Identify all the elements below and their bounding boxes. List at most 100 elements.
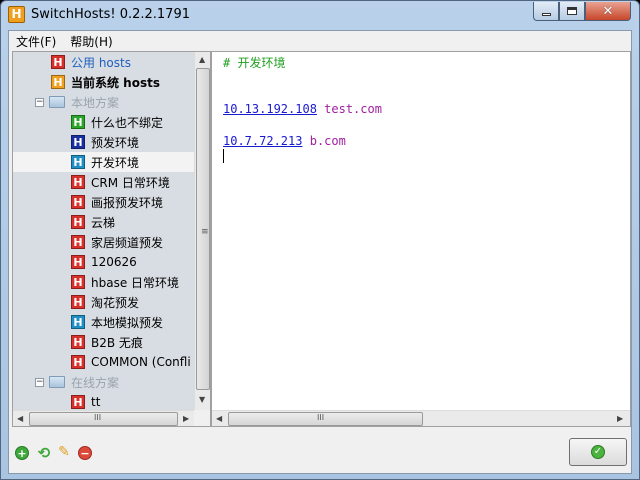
delete-icon[interactable]: − — [78, 446, 92, 460]
apply-button[interactable]: ✓ — [569, 438, 627, 466]
hosts-file-icon: H — [71, 355, 85, 369]
hosts-editor-panel: # 开发环境 10.13.192.108 test.com 10.7.72.21… — [211, 51, 631, 427]
hosts-file-icon: H — [71, 275, 85, 289]
menu-file[interactable]: 文件(F) — [9, 31, 63, 50]
tree-item[interactable]: H 云梯 — [13, 212, 194, 232]
tree-group-local[interactable]: − 本地方案 — [13, 92, 194, 112]
tree-item-selected[interactable]: H 开发环境 — [13, 152, 194, 172]
hostname: b.com — [309, 134, 346, 148]
scroll-right-icon[interactable]: ▶ — [617, 414, 623, 423]
window-title: SwitchHosts! 0.2.2.1791 — [31, 7, 190, 22]
tree-item-label: CRM 日常环境 — [91, 175, 170, 190]
editor-horizontal-scrollbar[interactable]: ◀ III ▶ — [212, 410, 630, 426]
editor-gutter — [212, 52, 220, 410]
tree-item-current-system-hosts[interactable]: H 当前系统 hosts — [13, 72, 194, 92]
ip-address[interactable]: 10.7.72.213 — [223, 134, 302, 148]
hosts-file-icon: H — [71, 115, 85, 129]
tree-hscroll-thumb[interactable]: III — [29, 412, 178, 426]
scroll-right-icon[interactable]: ▶ — [183, 414, 189, 423]
tree-group-label: 在线方案 — [71, 375, 120, 390]
editor-host-line: 10.7.72.213 b.com — [223, 134, 346, 148]
tree-item[interactable]: H COMMON (Confli — [13, 352, 194, 372]
tree-item[interactable]: H 什么也不绑定 — [13, 112, 194, 132]
edit-icon[interactable]: ✎ — [57, 445, 71, 460]
tree-item[interactable]: H 预发环境 — [13, 132, 194, 152]
title-bar[interactable]: H SwitchHosts! 0.2.2.1791 ✕ — [1, 1, 639, 29]
tree-item-label: 120626 — [91, 255, 137, 269]
grip-icon: ≡ — [201, 227, 209, 237]
menu-bar: 文件(F) 帮助(H) — [9, 31, 631, 50]
tree-item[interactable]: H B2B 无痕 — [13, 332, 194, 352]
editor-hscroll-thumb[interactable]: III — [228, 412, 423, 426]
hosts-file-icon: H — [71, 215, 85, 229]
maximize-button[interactable] — [559, 2, 585, 21]
tree-group-online[interactable]: − 在线方案 — [13, 372, 194, 392]
tree-item-label: tt — [91, 395, 101, 409]
editor-host-line: 10.13.192.108 test.com — [223, 102, 382, 116]
tree-item[interactable]: H CRM 日常环境 — [13, 172, 194, 192]
grip-icon: III — [94, 413, 102, 422]
app-icon: H — [8, 6, 25, 23]
close-icon: ✕ — [602, 3, 614, 19]
text-caret — [223, 149, 224, 163]
add-icon[interactable]: + — [15, 446, 29, 460]
tree-item[interactable]: H 本地模拟预发 — [13, 312, 194, 332]
tree-item[interactable]: H 120626 — [13, 252, 194, 272]
grip-icon: III — [317, 413, 325, 422]
client-area: 文件(F) 帮助(H) H 公用 hosts H 当前系统 hosts − 本地… — [8, 30, 632, 474]
hosts-tree[interactable]: H 公用 hosts H 当前系统 hosts − 本地方案 H 什么也不绑定 — [13, 52, 194, 410]
tree-scroll-thumb[interactable]: ≡ — [196, 68, 210, 390]
hosts-editor[interactable]: # 开发环境 10.13.192.108 test.com 10.7.72.21… — [212, 52, 630, 410]
hosts-list-panel: H 公用 hosts H 当前系统 hosts − 本地方案 H 什么也不绑定 — [12, 51, 211, 427]
tree-vertical-scrollbar[interactable]: ▲ ≡ ▼ — [194, 52, 210, 410]
collapse-icon[interactable]: − — [35, 97, 44, 107]
minimize-icon — [541, 12, 551, 16]
hosts-file-icon: H — [71, 335, 85, 349]
close-button[interactable]: ✕ — [585, 2, 631, 21]
hosts-file-icon: H — [51, 55, 65, 69]
collapse-icon[interactable]: − — [35, 377, 44, 387]
folder-icon — [49, 96, 65, 108]
tree-item-label: 开发环境 — [91, 155, 140, 170]
refresh-icon[interactable]: ⟲ — [36, 446, 52, 461]
hosts-file-icon: H — [71, 135, 85, 149]
tree-item-label: 当前系统 hosts — [71, 75, 160, 90]
hosts-file-icon: H — [51, 75, 65, 89]
tree-item-label: 云梯 — [91, 215, 116, 230]
scroll-left-icon[interactable]: ◀ — [216, 414, 222, 423]
tree-horizontal-scrollbar[interactable]: ◀ III ▶ — [13, 410, 194, 426]
hosts-file-icon: H — [71, 395, 85, 409]
hosts-file-icon: H — [71, 295, 85, 309]
tree-item[interactable]: H 淘花预发 — [13, 292, 194, 312]
tree-item-label: COMMON (Confli — [91, 355, 191, 369]
maximize-icon — [567, 7, 577, 15]
tree-item-label: B2B 无痕 — [91, 335, 143, 350]
tree-item-label: 家居频道预发 — [91, 235, 164, 250]
tree-item-label: 本地模拟预发 — [91, 315, 164, 330]
check-icon: ✓ — [591, 445, 605, 459]
tree-item[interactable]: H 家居频道预发 — [13, 232, 194, 252]
menu-help[interactable]: 帮助(H) — [63, 31, 119, 50]
folder-icon — [49, 376, 65, 388]
app-window: H SwitchHosts! 0.2.2.1791 ✕ 文件(F) 帮助(H) … — [0, 0, 640, 480]
tree-item[interactable]: H tt — [13, 392, 194, 410]
tree-item-public-hosts[interactable]: H 公用 hosts — [13, 52, 194, 72]
hosts-file-icon: H — [71, 175, 85, 189]
tree-group-label: 本地方案 — [71, 95, 120, 110]
hosts-file-icon: H — [71, 255, 85, 269]
tree-item-label: 预发环境 — [91, 135, 140, 150]
tree-item-label: 什么也不绑定 — [91, 115, 164, 130]
editor-comment-line: # 开发环境 — [223, 56, 286, 70]
bottom-toolbar: + ⟲ ✎ − ✓ — [9, 429, 631, 473]
scroll-up-icon[interactable]: ▲ — [199, 55, 205, 64]
ip-address[interactable]: 10.13.192.108 — [223, 102, 317, 116]
scroll-left-icon[interactable]: ◀ — [17, 414, 23, 423]
tree-item-label: 公用 hosts — [71, 55, 131, 70]
tree-item[interactable]: H hbase 日常环境 — [13, 272, 194, 292]
hosts-file-icon: H — [71, 235, 85, 249]
tree-item-label: 淘花预发 — [91, 295, 140, 310]
scroll-down-icon[interactable]: ▼ — [199, 395, 205, 404]
hosts-file-icon: H — [71, 315, 85, 329]
minimize-button[interactable] — [533, 2, 559, 21]
tree-item[interactable]: H 画报预发环境 — [13, 192, 194, 212]
